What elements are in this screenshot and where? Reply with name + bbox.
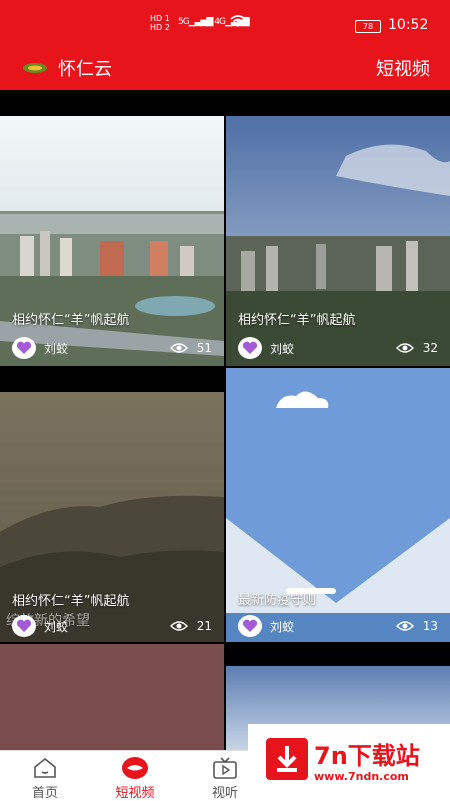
download-site-watermark: 7n下载站 www.7ndn.com [248,724,450,800]
network-4g-label: 4G [214,17,226,27]
tab-audio-visual[interactable]: 视听 [195,751,255,801]
view-count: 51 [196,341,212,355]
video-card[interactable]: 相约怀仁“羊”帆起航 刘蛟 51 [0,116,224,366]
author-avatar[interactable] [12,615,36,637]
tab-short-video[interactable]: 短视频 [105,751,165,801]
download-arrow-icon [266,738,308,780]
heart-icon [242,341,258,354]
home-icon [34,757,56,778]
video-thumbnail [0,644,224,750]
wifi-icon [230,15,246,31]
author-name[interactable]: 刘蛟 [270,340,294,357]
status-bar: HD 1 HD 2 5G▁▃▅▇ 4G▁▃▅▇ 78 10:52 [0,0,450,46]
lips-icon [122,757,148,779]
tab-home-label: 首页 [31,786,58,801]
heart-icon [16,619,32,632]
clock: 10:52 [388,17,429,33]
video-card[interactable]: 绽放新的希望 相约怀仁“羊”帆起航 刘蛟 21 [0,392,224,642]
view-count: 21 [196,619,212,633]
app-logo-icon[interactable] [22,60,48,74]
video-caption: 最新防疫守则 [238,593,317,608]
tab-home[interactable]: 首页 [15,751,75,801]
video-caption: 相约怀仁“羊”帆起航 [12,313,130,328]
battery-icon: 78 [355,20,381,33]
video-caption: 相约怀仁“羊”帆起航 [12,594,130,609]
video-grid: 相约怀仁“羊”帆起航 刘蛟 51 相约怀仁“羊”帆起航 刘蛟 32 绽放新的希望… [0,90,450,750]
view-count: 13 [422,619,438,633]
view-count: 32 [422,341,438,355]
author-name[interactable]: 刘蛟 [44,618,68,635]
sim1-label: HD 1 [150,14,170,23]
heart-icon [16,341,32,354]
tab-short-video-label: 短视频 [115,786,155,801]
section-title: 短视频 [376,59,430,80]
signal-indicator: HD 1 HD 2 [150,14,170,32]
video-card[interactable]: 最新防疫守则 刘蛟 13 [226,368,450,642]
watermark-title: 7n下载站 [314,742,420,770]
video-card[interactable] [0,644,224,750]
video-thumbnail [0,116,224,366]
video-card[interactable]: 相约怀仁“羊”帆起航 刘蛟 32 [226,116,450,366]
video-caption: 相约怀仁“羊”帆起航 [238,313,356,328]
author-avatar[interactable] [238,615,262,637]
author-name[interactable]: 刘蛟 [270,618,294,635]
network-5g-label: 5G [178,17,190,27]
author-avatar[interactable] [12,337,36,359]
app-title: 怀仁云 [58,59,112,80]
author-name[interactable]: 刘蛟 [44,340,68,357]
video-thumbnail [226,116,450,366]
watermark-url: www.7ndn.com [314,770,409,783]
tv-play-icon [213,757,237,779]
heart-icon [242,619,258,632]
app-header: 怀仁云 短视频 [0,46,450,90]
author-avatar[interactable] [238,337,262,359]
tab-audio-visual-label: 视听 [211,786,238,801]
sim2-label: HD 2 [150,23,170,32]
